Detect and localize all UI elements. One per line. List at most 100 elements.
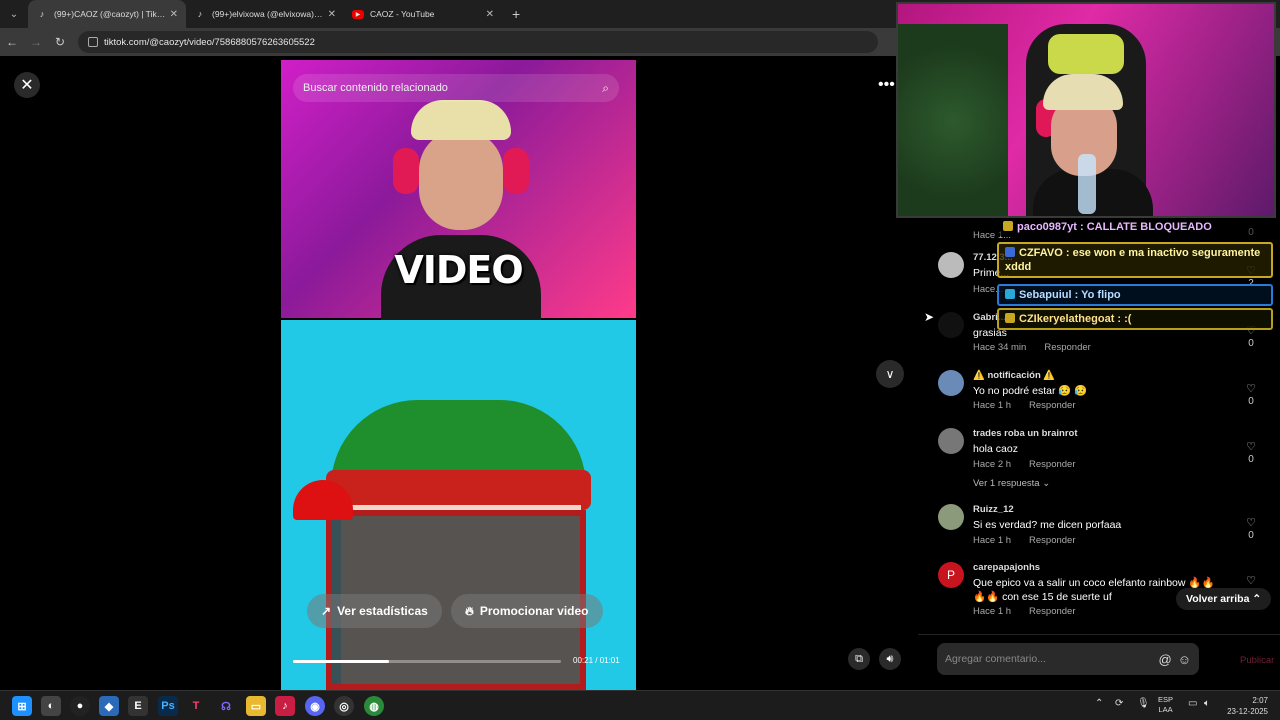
emoji-icon[interactable]: ☺	[1178, 652, 1191, 667]
hair-shape	[1043, 74, 1123, 110]
comment-user[interactable]: carepapajonhs	[973, 562, 1040, 573]
reply-link[interactable]: Responder	[1029, 459, 1075, 470]
close-tab-icon[interactable]: ✕	[328, 9, 336, 20]
site-info-icon[interactable]	[88, 37, 98, 47]
epic-games-icon[interactable]: E	[128, 696, 148, 716]
tab-caoz-tiktok[interactable]: ♪ (99+)CAOZ (@caozyt) | TikTok ✕	[28, 0, 186, 28]
reply-link[interactable]: Responder	[1029, 400, 1075, 411]
reply-link[interactable]: Responder	[1029, 535, 1075, 546]
promote-video-button[interactable]: 🔥︎ Promocionar video	[451, 594, 603, 628]
mouse-app-icon[interactable]: ◐	[41, 696, 61, 716]
video-time: 00:21 / 01:01	[573, 656, 620, 665]
reply-link[interactable]: Responder	[1029, 606, 1075, 617]
avatar[interactable]	[938, 312, 964, 338]
comment-meta: Hace 1 h Responder	[973, 400, 1076, 411]
close-tab-icon[interactable]: ✕	[486, 9, 494, 20]
comment-time: Hace 2 h	[973, 459, 1012, 470]
back-to-top-label: Volver arriba	[1186, 593, 1250, 605]
app-icon[interactable]: ◆	[99, 696, 119, 716]
comment-user[interactable]: trades roba un brainrot	[973, 428, 1078, 439]
floating-player-icon[interactable]: ⧉	[848, 648, 870, 670]
speaker-icon[interactable]: 🔈︎	[1204, 698, 1210, 709]
like-count: 0	[1248, 396, 1254, 407]
headphones-icon[interactable]: ☊	[216, 696, 236, 716]
view-replies-link[interactable]: Ver 1 respuesta ⌄	[973, 478, 1050, 489]
chevron-up-icon[interactable]: ⌃	[1095, 698, 1103, 709]
video-caption: VIDEO	[394, 248, 523, 292]
mention-icon[interactable]: @	[1159, 652, 1172, 667]
chat-badge-icon	[1005, 289, 1015, 299]
comment-user[interactable]: ⚠️ notificación ⚠️	[973, 370, 1055, 381]
url-text: tiktok.com/@caozyt/video/758688057626360…	[104, 36, 315, 48]
chat-message: CZIkeryelathegoat : :(	[997, 308, 1273, 330]
comment-time: Hace 1 h	[973, 400, 1012, 411]
webcam-overlay	[896, 2, 1276, 218]
chat-message: CZFAVO : ese won e ma inactivo seguramen…	[997, 242, 1273, 278]
clock[interactable]: 2:07 23-12-2025	[1224, 695, 1268, 717]
app-icon[interactable]: T	[186, 696, 206, 716]
face-shape	[419, 130, 503, 230]
file-explorer-icon[interactable]: ▭	[246, 696, 266, 716]
layout-code: LAA	[1158, 705, 1173, 714]
windows-start-icon[interactable]: ⊞	[12, 696, 32, 716]
next-video-chevron-icon[interactable]: ∨	[876, 360, 904, 388]
avatar[interactable]: P	[938, 562, 964, 588]
close-tab-icon[interactable]: ✕	[170, 9, 178, 20]
comment-input[interactable]: Agregar comentario... @ ☺	[937, 643, 1199, 675]
search-icon[interactable]: ⌕	[602, 81, 609, 96]
publish-button[interactable]: Publicar	[1240, 655, 1274, 666]
back-to-top-button[interactable]: Volver arriba ⌃	[1176, 588, 1272, 610]
avatar[interactable]	[938, 428, 964, 454]
close-icon[interactable]: ✕	[14, 72, 40, 98]
tiktok-icon[interactable]: ♪	[275, 696, 295, 716]
tab-title: CAOZ - YouTube	[370, 9, 435, 19]
chair-headrest-shape	[1048, 34, 1124, 74]
hair-shape	[411, 100, 511, 140]
back-arrow-icon[interactable]: ←	[0, 35, 24, 49]
flame-icon: 🔥︎	[465, 603, 474, 618]
tab-caoz-youtube[interactable]: ▶ CAOZ - YouTube ✕	[344, 0, 502, 28]
more-options-icon[interactable]: •••	[878, 76, 895, 94]
language-indicator[interactable]: ESP LAA	[1158, 695, 1173, 715]
display-icon[interactable]: ▭	[1188, 698, 1197, 709]
comment-meta: Hace 1 h Responder	[973, 535, 1076, 546]
forward-arrow-icon[interactable]: →	[24, 35, 48, 49]
heart-icon[interactable]: ♡	[1244, 440, 1258, 453]
heart-icon[interactable]: ♡	[1244, 382, 1258, 395]
tab-search-icon[interactable]: ⌄	[0, 0, 28, 28]
video-progress-bar[interactable]	[293, 660, 561, 663]
clock-time: 2:07	[1252, 696, 1268, 705]
comment-user[interactable]: Ruizz_12	[973, 504, 1014, 515]
chevron-up-icon: ⌃	[1252, 593, 1262, 605]
volume-icon[interactable]: 🔊︎	[879, 648, 901, 670]
chrome-icon[interactable]: ◍	[364, 696, 384, 716]
new-tab-button[interactable]: +	[512, 6, 520, 22]
related-search-input[interactable]: Buscar contenido relacionado ⌕	[293, 74, 619, 102]
heart-icon[interactable]: ♡	[1244, 516, 1258, 529]
video-bottom-frame	[281, 320, 636, 690]
comment-meta: Hace 1 h Responder	[973, 606, 1076, 617]
view-stats-button[interactable]: ↗ Ver estadísticas	[307, 594, 442, 628]
photoshop-icon[interactable]: Ps	[158, 696, 178, 716]
avatar[interactable]	[938, 370, 964, 396]
promote-label: Promocionar video	[479, 604, 589, 618]
comment-time: Hace 34 min	[973, 342, 1027, 353]
taskbar: ⊞ ◐ ● ◆ E Ps T ☊ ▭ ♪ ◉ ◎ ◍ ⌃ ⟳ 🎙︎ ESP LAA…	[0, 690, 1280, 720]
avatar[interactable]	[938, 504, 964, 530]
tab-elvixowa-tiktok[interactable]: ♪ (99+)elvixowa (@elvixowa) | TikTok ✕	[186, 0, 344, 28]
progress-fill	[293, 660, 390, 663]
comment-placeholder: Agregar comentario...	[945, 653, 1046, 665]
heart-icon[interactable]: ♡	[1244, 574, 1258, 587]
microphone-icon[interactable]: 🎙︎	[1137, 698, 1150, 709]
app-icon[interactable]: ◎	[334, 696, 354, 716]
sync-icon[interactable]: ⟳	[1115, 698, 1123, 709]
christmas-tree-shape	[898, 24, 1008, 216]
reload-icon[interactable]: ↻	[48, 35, 72, 49]
discord-icon[interactable]: ◉	[305, 696, 325, 716]
comment-meta: Hace 2 h Responder	[973, 459, 1076, 470]
avatar[interactable]	[938, 252, 964, 278]
app-icon[interactable]: ●	[70, 696, 90, 716]
reply-link[interactable]: Responder	[1044, 342, 1090, 353]
url-field[interactable]: tiktok.com/@caozyt/video/758688057626360…	[78, 31, 878, 53]
video-player[interactable]: VIDEO Buscar contenido relacionado ⌕ ↗ V…	[281, 60, 636, 690]
